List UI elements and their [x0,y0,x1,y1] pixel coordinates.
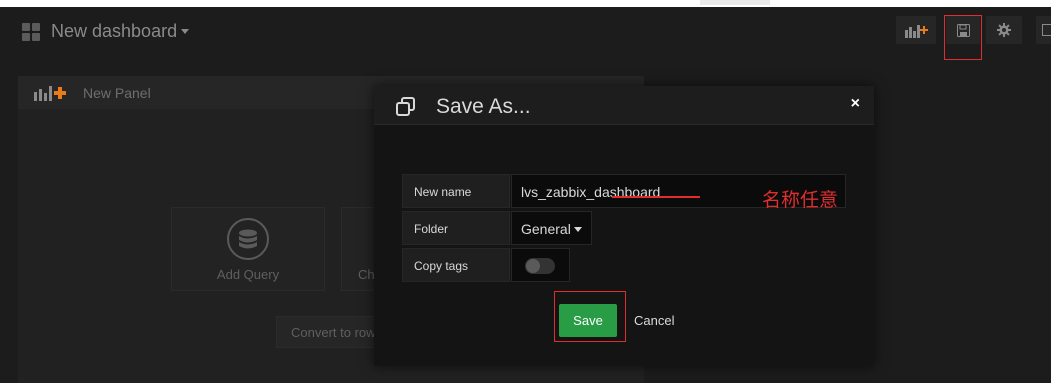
browser-top-strip [0,0,1051,7]
folder-select[interactable]: General [511,211,592,245]
cancel-button[interactable]: Cancel [634,313,674,328]
database-icon [227,218,269,260]
add-query-card[interactable]: Add Query [171,207,325,291]
panel-title: New Panel [83,85,151,101]
dashboard-grid-icon[interactable] [22,23,40,41]
folder-row: Folder General [402,211,592,245]
chevron-down-icon [573,227,582,232]
copy-tags-label-box: Copy tags [402,248,510,282]
modal-title: Save As... [436,95,531,118]
save-modal-button-highlight [554,291,626,342]
cycle-view-button[interactable] [1036,16,1051,44]
annotation-text: 名称任意 [762,189,839,211]
browser-tab-edge [700,0,770,5]
name-underline-annotation [612,196,700,198]
copy-tags-switch-box [511,248,570,282]
copy-icon [396,97,415,116]
name-label-box: New name [402,174,510,208]
convert-to-row-label: Convert to row [291,325,376,340]
grafana-app: New dashboard New Panel Add Query Ch Con… [0,7,1051,383]
copy-tags-toggle[interactable] [525,258,555,274]
gear-icon [997,23,1011,37]
copy-tags-label: Copy tags [414,259,469,273]
top-navbar: New dashboard [0,7,1051,60]
add-panel-icon [905,25,928,38]
modal-header: Save As... × [374,86,874,125]
chevron-down-icon [181,29,190,34]
add-panel-icon [34,86,66,101]
dashboard-title-text: New dashboard [51,21,178,41]
add-query-label: Add Query [216,267,280,282]
close-icon[interactable]: × [851,95,860,113]
save-button-highlight [944,15,982,60]
folder-select-value: General [521,221,582,237]
folder-value-text: General [521,221,571,237]
copy-tags-row: Copy tags [402,248,570,282]
add-panel-button[interactable] [896,16,936,44]
toggle-knob [526,259,540,273]
dashboard-title[interactable]: New dashboard [51,21,190,42]
settings-button[interactable] [986,16,1022,44]
folder-label-box: Folder [402,211,510,245]
name-label: New name [414,185,472,199]
monitor-icon [1042,24,1051,36]
folder-label: Folder [414,222,449,236]
